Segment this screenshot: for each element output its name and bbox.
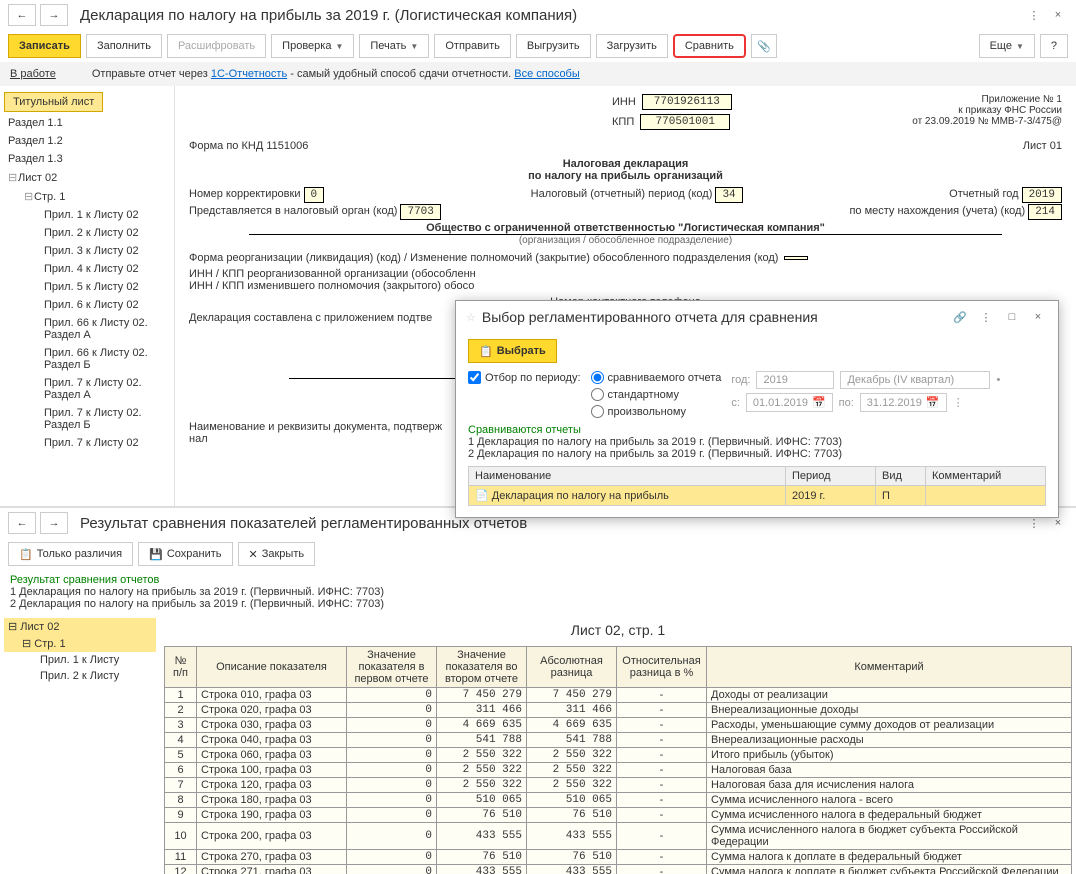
period-field[interactable]: 34 — [715, 187, 742, 203]
chevron-down-icon: ▼ — [410, 42, 418, 51]
maximize-icon[interactable]: □ — [1002, 307, 1022, 327]
appendix-info: Приложение № 1 к приказу ФНС России от 2… — [872, 94, 1062, 134]
radio-custom[interactable] — [591, 405, 604, 418]
result-tree: ⊟ Лист 02 ⊟ Стр. 1 Прил. 1 к Листу Прил.… — [0, 614, 160, 874]
tree-item[interactable]: Прил. 1 к Листу — [4, 652, 156, 668]
tree-item[interactable]: Прил. 5 к Листу 02 — [0, 278, 174, 296]
close-icon[interactable]: × — [1028, 307, 1048, 327]
diff-button[interactable]: 📋 Только различия — [8, 542, 133, 566]
reorg-field[interactable] — [784, 256, 808, 260]
table-row[interactable]: 5Строка 060, графа 0302 550 3222 550 322… — [165, 748, 1072, 763]
tree-item[interactable]: ⊟ Лист 02 — [4, 618, 156, 635]
fill-button[interactable]: Заполнить — [86, 34, 162, 58]
to-date[interactable]: 31.12.2019 📅 — [860, 393, 947, 412]
tree-item[interactable]: Прил. 66 к Листу 02. Раздел А — [0, 314, 174, 344]
result-save-button[interactable]: 💾 Сохранить — [138, 542, 232, 566]
load-button[interactable]: Загрузить — [596, 34, 668, 58]
tree-item[interactable]: Прил. 6 к Листу 02 — [0, 296, 174, 314]
nav-back[interactable]: ← — [8, 4, 36, 26]
tree-item[interactable]: Прил. 4 к Листу 02 — [0, 260, 174, 278]
table-row[interactable]: 6Строка 100, графа 0302 550 3222 550 322… — [165, 763, 1072, 778]
result-close-button[interactable]: ✕ Закрыть — [238, 542, 316, 566]
modal-table: НаименованиеПериодВидКомментарий 📄 Декла… — [468, 466, 1046, 506]
kpp-field[interactable]: 770501001 — [640, 114, 730, 130]
select-button[interactable]: 📋 Выбрать — [468, 339, 557, 363]
tree-item[interactable]: ⊟Стр. 1 — [0, 187, 174, 206]
page-title: Декларация по налогу на прибыль за 2019 … — [80, 7, 577, 24]
year-field[interactable]: 2019 — [1022, 187, 1062, 203]
table-row[interactable]: 4Строка 040, графа 030541 788541 788-Вне… — [165, 733, 1072, 748]
tree-item[interactable]: Раздел 1.3 — [0, 150, 174, 168]
loc-field[interactable]: 214 — [1028, 204, 1062, 220]
save-button[interactable]: Записать — [8, 34, 81, 58]
help-button[interactable]: ? — [1040, 34, 1068, 58]
link-icon[interactable]: 🔗 — [950, 307, 970, 327]
decode-button: Расшифровать — [167, 34, 266, 58]
table-row[interactable]: 12Строка 271, графа 030433 555433 555-Су… — [165, 865, 1072, 874]
radio-compared[interactable] — [591, 371, 604, 384]
table-row[interactable]: 8Строка 180, графа 030510 065510 065-Сум… — [165, 793, 1072, 808]
attachment-icon[interactable]: 📎 — [751, 34, 777, 58]
more-button[interactable]: Еще▼ — [979, 34, 1035, 58]
star-icon[interactable]: ☆ — [466, 311, 476, 324]
table-row[interactable]: 11Строка 270, графа 03076 51076 510-Сумм… — [165, 850, 1072, 865]
from-date[interactable]: 01.01.2019 📅 — [746, 393, 833, 412]
more-icon[interactable]: ⋮ — [976, 307, 996, 327]
table-row[interactable]: 7Строка 120, графа 0302 550 3222 550 322… — [165, 778, 1072, 793]
upload-button[interactable]: Выгрузить — [516, 34, 591, 58]
check-button[interactable]: Проверка▼ — [271, 34, 354, 58]
compare-button[interactable]: Сравнить — [673, 34, 746, 58]
status-link[interactable]: В работе — [10, 68, 56, 80]
comparison-table: № п/пОписание показателяЗначение показат… — [164, 646, 1072, 874]
tree-item[interactable]: ⊟ Стр. 1 — [4, 635, 156, 652]
tree-item[interactable]: Прил. 66 к Листу 02. Раздел Б — [0, 344, 174, 374]
nav-back-2[interactable]: ← — [8, 512, 36, 534]
corr-field[interactable]: 0 — [304, 187, 325, 203]
tree-item[interactable]: Раздел 1.2 — [0, 132, 174, 150]
table-row[interactable]: 1Строка 010, графа 0307 450 2797 450 279… — [165, 688, 1072, 703]
nav-forward-2[interactable]: → — [40, 512, 68, 534]
table-row[interactable]: 3Строка 030, графа 0304 669 6354 669 635… — [165, 718, 1072, 733]
table-row[interactable]: 2Строка 020, графа 030311 466311 466-Вне… — [165, 703, 1072, 718]
tree-item[interactable]: Прил. 1 к Листу 02 — [0, 206, 174, 224]
nav-forward[interactable]: → — [40, 4, 68, 26]
tree-item[interactable]: Прил. 2 к Листу 02 — [0, 224, 174, 242]
close-icon[interactable]: × — [1048, 5, 1068, 25]
chevron-down-icon: ▼ — [335, 42, 343, 51]
more-icon[interactable]: ⋮ — [1024, 5, 1044, 25]
print-button[interactable]: Печать▼ — [359, 34, 429, 58]
tree-item[interactable]: Прил. 2 к Листу — [4, 668, 156, 684]
tree-item[interactable]: ⊟Лист 02 — [0, 168, 174, 187]
methods-link[interactable]: Все способы — [514, 68, 580, 80]
section-tree: Титульный лист Раздел 1.1Раздел 1.2Раздел… — [0, 86, 175, 506]
month-box[interactable]: Декабрь (IV квартал) — [840, 371, 990, 389]
tree-item[interactable]: Прил. 7 к Листу 02 — [0, 434, 174, 452]
tree-item[interactable]: Прил. 7 к Листу 02. Раздел Б — [0, 404, 174, 434]
filter-check[interactable] — [468, 371, 481, 384]
tree-item[interactable]: Титульный лист — [4, 92, 103, 112]
year-box[interactable]: 2019 — [756, 371, 834, 389]
tree-item[interactable]: Прил. 3 к Листу 02 — [0, 242, 174, 260]
table-row[interactable]: 📄 Декларация по налогу на прибыль2019 г.… — [469, 486, 1046, 506]
org-field[interactable]: 7703 — [400, 204, 440, 220]
info-bar: В работе Отправьте отчет через 1С-Отчетн… — [0, 62, 1076, 86]
compare-modal: ☆ Выбор регламентированного отчета для с… — [455, 300, 1059, 518]
tree-item[interactable]: Раздел 1.1 — [0, 114, 174, 132]
inn-field[interactable]: 7701926113 — [642, 94, 732, 110]
chevron-down-icon: ▼ — [1016, 42, 1024, 51]
table-row[interactable]: 10Строка 200, графа 030433 555433 555-Су… — [165, 823, 1072, 850]
send-button[interactable]: Отправить — [434, 34, 511, 58]
table-row[interactable]: 9Строка 190, графа 03076 51076 510-Сумма… — [165, 808, 1072, 823]
tree-item[interactable]: Прил. 7 к Листу 02. Раздел А — [0, 374, 174, 404]
radio-standard[interactable] — [591, 388, 604, 401]
1c-link[interactable]: 1С-Отчетность — [211, 68, 287, 80]
